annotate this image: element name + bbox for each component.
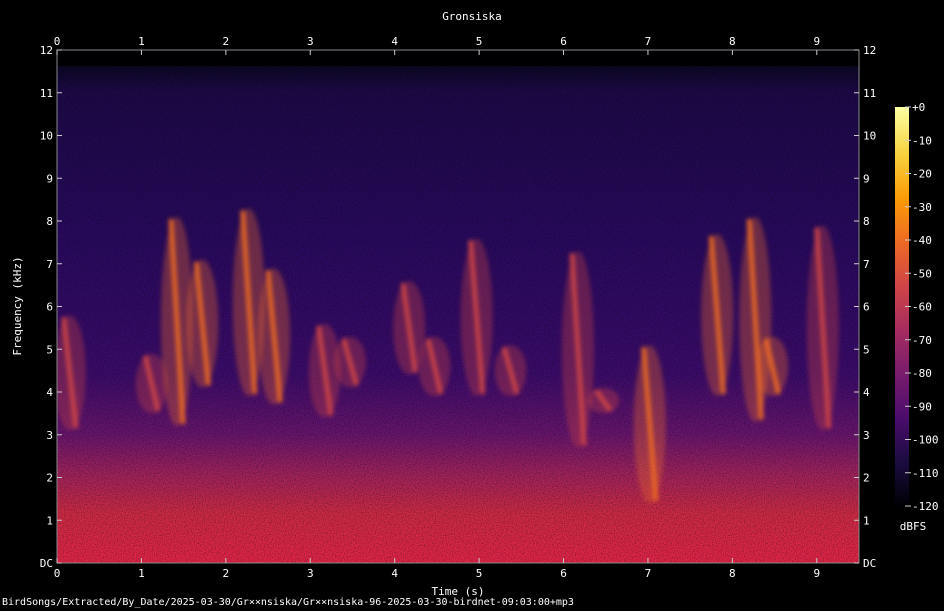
y-tick-label-right: 7 xyxy=(863,258,870,271)
y-tick-label-left: 3 xyxy=(46,429,53,442)
colorbar-tick-label: -120 xyxy=(912,500,939,513)
x-tick-label-bottom: 7 xyxy=(645,567,652,580)
y-tick-label-left: 7 xyxy=(46,258,53,271)
y-tick-label-left: DC xyxy=(40,557,53,570)
x-tick-label-top: 0 xyxy=(54,35,61,48)
colorbar-tick-label: -10 xyxy=(912,134,932,147)
colorbar-tick-label: -40 xyxy=(912,234,932,247)
y-tick-label-right: 2 xyxy=(863,472,870,485)
y-tick-label-right: 3 xyxy=(863,429,870,442)
y-tick-label-right: 5 xyxy=(863,343,870,356)
colorbar-tick-label: -80 xyxy=(912,367,932,380)
y-tick-label-left: 9 xyxy=(46,172,53,185)
x-tick-label-top: 9 xyxy=(813,35,820,48)
x-tick-label-bottom: 5 xyxy=(476,567,483,580)
x-tick-label-top: 1 xyxy=(138,35,145,48)
colorbar-tick-label: -110 xyxy=(912,467,939,480)
y-tick-label-right: 4 xyxy=(863,386,870,399)
y-tick-label-right: 9 xyxy=(863,172,870,185)
y-tick-label-left: 2 xyxy=(46,472,53,485)
x-tick-label-bottom: 4 xyxy=(391,567,398,580)
x-tick-label-bottom: 9 xyxy=(813,567,820,580)
colorbar-tick-label: -30 xyxy=(912,201,932,214)
y-tick-label-left: 4 xyxy=(46,386,53,399)
colorbar-tick-label: -90 xyxy=(912,400,932,413)
y-tick-label-left: 10 xyxy=(40,130,53,143)
x-tick-label-top: 6 xyxy=(560,35,567,48)
y-tick-label-left: 8 xyxy=(46,215,53,228)
y-tick-label-left: 6 xyxy=(46,301,53,314)
colorbar-tick-label: -70 xyxy=(912,334,932,347)
x-tick-label-bottom: 0 xyxy=(54,567,61,580)
x-tick-label-top: 5 xyxy=(476,35,483,48)
x-tick-label-bottom: 3 xyxy=(307,567,314,580)
x-tick-label-top: 7 xyxy=(645,35,652,48)
x-tick-label-bottom: 2 xyxy=(223,567,230,580)
spectrogram-figure: Gronsiska 0123456789 0123456789 DC123456… xyxy=(11,10,939,598)
colorbar-tick-label: +0 xyxy=(912,101,925,114)
x-tick-label-top: 4 xyxy=(391,35,398,48)
colorbar-tick-label: -50 xyxy=(912,267,932,280)
x-tick-label-top: 3 xyxy=(307,35,314,48)
y-tick-label-right: DC xyxy=(863,557,876,570)
x-tick-label-bottom: 8 xyxy=(729,567,736,580)
y-tick-label-left: 12 xyxy=(40,44,53,57)
colorbar-tick-label: -60 xyxy=(912,301,932,314)
y-tick-label-right: 12 xyxy=(863,44,876,57)
y-tick-label-left: 1 xyxy=(46,514,53,527)
y-tick-label-right: 8 xyxy=(863,215,870,228)
y-axis-label: Frequency (kHz) xyxy=(11,256,24,355)
y-tick-label-right: 10 xyxy=(863,130,876,143)
y-tick-label-left: 11 xyxy=(40,87,53,100)
colorbar-label: dBFS xyxy=(900,520,927,533)
colorbar-tick-label: -100 xyxy=(912,434,939,447)
file-path-footer: BirdSongs/Extracted/By_Date/2025-03-30/G… xyxy=(2,597,574,608)
chart-title: Gronsiska xyxy=(442,10,502,23)
x-tick-label-bottom: 1 xyxy=(138,567,145,580)
colorbar-ticks: +0 -10 -20 -30 -40 -50 -60 -70 -80 -90 -100 -110 -12… xyxy=(905,101,939,513)
plot-area xyxy=(57,50,859,563)
x-tick-label-top: 2 xyxy=(223,35,230,48)
y-tick-label-right: 1 xyxy=(863,514,870,527)
colorbar: +0 -10 -20 -30 -40 -50 -60 -70 -80 -90 -100 -110 -12… xyxy=(895,101,939,533)
x-tick-label-top: 8 xyxy=(729,35,736,48)
y-tick-label-right: 6 xyxy=(863,301,870,314)
colorbar-tick-label: -20 xyxy=(912,168,932,181)
y-tick-label-left: 5 xyxy=(46,343,53,356)
x-tick-label-bottom: 6 xyxy=(560,567,567,580)
y-tick-label-right: 11 xyxy=(863,87,876,100)
